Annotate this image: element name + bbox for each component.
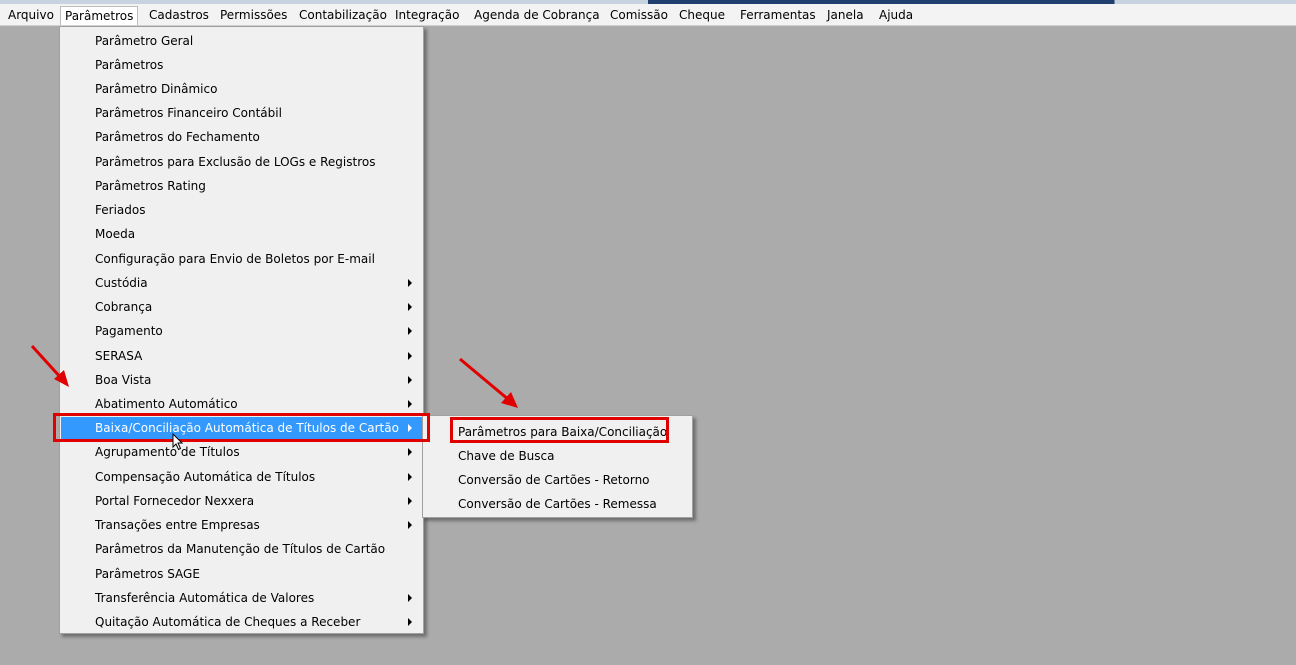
menu-item-compensacao-automatica[interactable]: Compensação Automática de Títulos: [61, 466, 422, 488]
menu-item-parametros[interactable]: Parâmetros: [61, 54, 422, 76]
submenu-arrow-icon: [408, 448, 412, 456]
menu-item-transferencia-automatica[interactable]: Transferência Automática de Valores: [61, 587, 422, 609]
menu-item-cobranca[interactable]: Cobrança: [61, 296, 422, 318]
menu-item-agrupamento-titulos[interactable]: Agrupamento de Títulos: [61, 441, 422, 463]
menu-item-parametros-rating[interactable]: Parâmetros Rating: [61, 175, 422, 197]
submenu-item-conversao-remessa[interactable]: Conversão de Cartões - Remessa: [424, 492, 691, 516]
menu-item-parametros-sage[interactable]: Parâmetros SAGE: [61, 563, 422, 585]
menu-item-label: Parâmetros SAGE: [95, 567, 200, 581]
menu-item-parametros-exclusao-logs[interactable]: Parâmetros para Exclusão de LOGs e Regis…: [61, 151, 422, 173]
menu-item-label: Baixa/Conciliação Automática de Títulos …: [95, 421, 399, 435]
submenu-item-parametros-baixa-conciliacao[interactable]: Parâmetros para Baixa/Conciliação: [424, 420, 691, 444]
submenu-arrow-icon: [408, 352, 412, 360]
menu-item-label: Transferência Automática de Valores: [95, 591, 315, 605]
menu-item-label: Transações entre Empresas: [95, 518, 260, 532]
menu-item-parametro-dinamico[interactable]: Parâmetro Dinâmico: [61, 78, 422, 100]
menu-item-custodia[interactable]: Custódia: [61, 272, 422, 294]
submenu-item-chave-de-busca[interactable]: Chave de Busca: [424, 444, 691, 468]
menu-item-label: Parâmetros para Exclusão de LOGs e Regis…: [95, 155, 376, 169]
menu-item-baixa-conciliacao-cartao[interactable]: Baixa/Conciliação Automática de Títulos …: [61, 417, 422, 439]
menu-item-label: Parâmetros Rating: [95, 179, 206, 193]
menu-item-parametros-do-fechamento[interactable]: Parâmetros do Fechamento: [61, 126, 422, 148]
submenu-item-label: Conversão de Cartões - Retorno: [458, 473, 650, 487]
menu-item-label: Parâmetros do Fechamento: [95, 130, 260, 144]
menu-item-label: Agrupamento de Títulos: [95, 445, 240, 459]
menu-item-feriados[interactable]: Feriados: [61, 199, 422, 221]
menu-item-label: Moeda: [95, 227, 136, 241]
menu-item-label: Feriados: [95, 203, 146, 217]
menu-item-label: Pagamento: [95, 324, 163, 338]
menu-integracao[interactable]: Integração: [391, 6, 463, 25]
submenu-arrow-icon: [408, 303, 412, 311]
menu-item-pagamento[interactable]: Pagamento: [61, 320, 422, 342]
menu-item-transacoes-entre-empresas[interactable]: Transações entre Empresas: [61, 514, 422, 536]
menu-bar: Arquivo Parâmetros Cadastros Permissões …: [0, 4, 1296, 26]
menu-item-label: Custódia: [95, 276, 148, 290]
menu-item-parametros-financeiro-contabil[interactable]: Parâmetros Financeiro Contábil: [61, 102, 422, 124]
menu-item-label: Cobrança: [95, 300, 153, 314]
menu-item-quitacao-cheques[interactable]: Quitação Automática de Cheques a Receber: [61, 611, 422, 633]
menu-ajuda[interactable]: Ajuda: [875, 6, 917, 25]
menu-contabilizacao[interactable]: Contabilização: [295, 6, 391, 25]
menu-item-serasa[interactable]: SERASA: [61, 345, 422, 367]
menu-arquivo[interactable]: Arquivo: [4, 6, 58, 25]
menu-item-label: Parâmetros Financeiro Contábil: [95, 106, 282, 120]
red-arrow-icon: [459, 357, 518, 408]
menu-parametros[interactable]: Parâmetros: [60, 6, 139, 25]
baixa-conciliacao-submenu: Parâmetros para Baixa/Conciliação Chave …: [422, 415, 693, 518]
submenu-arrow-icon: [408, 424, 412, 432]
menu-item-label: Parâmetro Dinâmico: [95, 82, 218, 96]
submenu-arrow-icon: [408, 400, 412, 408]
menu-item-label: Compensação Automática de Títulos: [95, 470, 316, 484]
submenu-arrow-icon: [408, 618, 412, 626]
menu-item-label: SERASA: [95, 349, 143, 363]
menu-agenda-de-cobranca[interactable]: Agenda de Cobrança: [470, 6, 604, 25]
menu-item-config-envio-boletos[interactable]: Configuração para Envio de Boletos por E…: [61, 248, 422, 270]
submenu-arrow-icon: [408, 521, 412, 529]
submenu-arrow-icon: [408, 497, 412, 505]
menu-item-label: Parâmetro Geral: [95, 34, 194, 48]
menu-item-label: Portal Fornecedor Nexxera: [95, 494, 255, 508]
submenu-arrow-icon: [408, 327, 412, 335]
submenu-item-label: Parâmetros para Baixa/Conciliação: [458, 425, 668, 439]
menu-item-portal-fornecedor-nexxera[interactable]: Portal Fornecedor Nexxera: [61, 490, 422, 512]
menu-item-abatimento-automatico[interactable]: Abatimento Automático: [61, 393, 422, 415]
submenu-item-label: Chave de Busca: [458, 449, 555, 463]
menu-item-label: Abatimento Automático: [95, 397, 238, 411]
menu-item-label: Configuração para Envio de Boletos por E…: [95, 252, 375, 266]
menu-janela[interactable]: Janela: [823, 6, 868, 25]
menu-cadastros[interactable]: Cadastros: [145, 6, 213, 25]
menu-item-boa-vista[interactable]: Boa Vista: [61, 369, 422, 391]
submenu-item-conversao-retorno[interactable]: Conversão de Cartões - Retorno: [424, 468, 691, 492]
menu-item-parametros-manutencao-cartao[interactable]: Parâmetros da Manutenção de Títulos de C…: [61, 538, 422, 560]
submenu-arrow-icon: [408, 473, 412, 481]
menu-item-parametro-geral[interactable]: Parâmetro Geral: [61, 30, 422, 52]
menu-item-label: Boa Vista: [95, 373, 152, 387]
menu-item-label: Quitação Automática de Cheques a Receber: [95, 615, 361, 629]
menu-item-label: Parâmetros: [95, 58, 164, 72]
menu-ferramentas[interactable]: Ferramentas: [736, 6, 820, 25]
menu-permissoes[interactable]: Permissões: [216, 6, 291, 25]
submenu-arrow-icon: [408, 594, 412, 602]
submenu-arrow-icon: [408, 279, 412, 287]
menu-cheque[interactable]: Cheque: [675, 6, 729, 25]
submenu-arrow-icon: [408, 376, 412, 384]
submenu-item-label: Conversão de Cartões - Remessa: [458, 497, 657, 511]
menu-item-moeda[interactable]: Moeda: [61, 223, 422, 245]
parametros-dropdown-menu: Parâmetro Geral Parâmetros Parâmetro Din…: [59, 26, 424, 634]
menu-comissao[interactable]: Comissão: [606, 6, 672, 25]
menu-item-label: Parâmetros da Manutenção de Títulos de C…: [95, 542, 386, 556]
